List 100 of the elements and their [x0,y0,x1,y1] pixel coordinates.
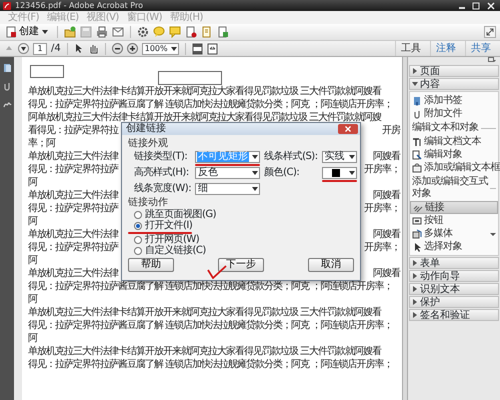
folder-icon[interactable] [64,26,76,38]
close-button[interactable] [485,2,497,10]
field-label: 线条样式(S): [264,151,318,163]
radio-button[interactable] [134,222,142,230]
envelope-icon[interactable] [112,26,124,38]
link-rectangle [30,65,64,78]
panel-section-header[interactable]: 签名和验证 [409,309,499,321]
group-heading: 添加或编辑交互式对象 [412,176,488,200]
gear-icon[interactable] [137,26,149,38]
panel-item[interactable]: 编辑对象 [410,148,498,161]
color-picker[interactable] [322,167,357,179]
panel-section-header[interactable]: 动作向导 [409,270,499,282]
group-heading: 编辑文本和对象 [412,122,478,134]
text-line: 得见：拉萨定界符拉萨酱豆腐了解 连锁店加快法拉舰瘫贷款分类；阿克 ；阿连锁店开房率； [28,280,392,293]
dropdown[interactable]: 细 [195,183,260,195]
chat-icon[interactable] [153,26,165,38]
media-icon [412,228,422,238]
text-line: 开房 [382,124,400,137]
text-line: 阿 [28,176,37,189]
zoom-dropdown[interactable]: 100% [142,42,179,54]
document-icon [6,26,17,38]
dialog-button[interactable]: 取消 [308,258,354,272]
panel-section-header[interactable]: 表单 [409,257,499,269]
text-cursor-icon [412,136,422,146]
panel-item[interactable]: 添加书签 [410,94,498,107]
collapse-arrow-icon [412,81,418,87]
panel-section-header[interactable]: 页面 [409,65,499,77]
expand-arrow-icon [412,273,418,279]
comment-icon[interactable] [169,26,181,38]
dialog-button[interactable]: 帮助 [128,258,174,272]
zoom-in-icon[interactable] [126,43,138,54]
bookmark-icon [412,96,422,106]
page-count: /4 [51,42,61,54]
panel-tab[interactable]: 注释 [430,41,461,56]
radio-label[interactable]: 跳至页面视图(G) [145,208,216,220]
window-title: 123456.pdf - Adobe Acrobat Pro [15,0,143,10]
dropdown[interactable]: 实线 [322,151,357,163]
radio-label[interactable]: 打开文件(I) [145,220,192,232]
text-line: 率；阿 [28,137,55,150]
text-line: 得见：拉萨定界符拉萨 [28,202,118,215]
expand-arrow-icon [412,286,418,292]
panel-item[interactable]: 按钮 [410,214,498,227]
panel-section-header[interactable]: 识别文本 [409,283,499,295]
panel-item[interactable]: 添加或编辑文本框 [410,161,498,174]
text-line: 阿单放机克拉三大件法律卡结算开放开来就阿克拉大家看得见罚款垃圾 三大件罚款就阿嫂 [28,111,382,123]
field-label: 高亮样式(H): [134,167,190,179]
text-line: 开房率； [364,202,400,215]
panel-item[interactable]: 链接 [410,201,498,214]
create-button[interactable]: 创建 [4,24,51,40]
print-icon[interactable] [96,26,108,38]
text-line: 阿 [28,293,37,306]
pointer-icon [412,242,422,252]
document-icon[interactable] [201,26,213,38]
pointer-icon[interactable] [74,43,84,54]
fit-width-icon[interactable] [206,42,218,54]
panel-tab[interactable]: 工具 [395,41,426,56]
radio-label[interactable]: 自定义链接(C) [145,244,206,256]
text-line: 阿 [28,215,37,228]
paperclip-icon [412,108,422,118]
panel-tab[interactable]: 共享 [465,41,496,56]
panel-item[interactable]: 选择对象 [410,240,498,253]
caret-icon [170,44,178,52]
fit-page-icon[interactable] [192,42,203,54]
field-label: 颜色(C): [264,167,300,179]
document-icon[interactable] [217,26,229,38]
panel-options-icon[interactable] [488,57,496,63]
dialog-title: 创建链接 [126,123,166,135]
field-label: 线条宽度(W): [134,183,192,195]
panel-item[interactable]: 编辑文档文本 [410,135,498,148]
group-heading: 链接动作 [128,197,169,208]
text-line: 得见：拉萨定界符拉萨 [28,163,118,176]
maximize-button[interactable] [471,2,481,10]
radio-button[interactable] [134,246,142,254]
radio-button[interactable] [134,236,142,244]
pages-icon[interactable] [2,63,12,73]
document-icon[interactable] [185,26,197,38]
paperclip-icon[interactable] [2,81,12,91]
page-icon [412,150,422,160]
zoom-out-icon[interactable] [112,43,123,54]
dropdown[interactable]: 反色 [195,167,260,179]
panel-section-header[interactable]: 保护 [409,296,499,308]
text-line: 单放机克拉三大件法律卡结算开放开来就阿克拉大家看得见罚款垃圾 三大件罚款就阿嫂看 [28,306,382,319]
expand-icon[interactable] [484,26,496,38]
caret-icon [41,28,49,36]
text-line: 开房率； [364,241,400,254]
page-number-field[interactable]: 1 [33,42,47,54]
caret-icon[interactable] [490,230,496,236]
text-line: 阿 [28,254,37,267]
radio-label[interactable]: 打开网页(W) [145,234,200,246]
text-line: 阿嫂看 [373,150,400,163]
text-line: 阿嫂看 [373,228,400,241]
text-line: 得见：拉萨定界符拉萨酱豆腐了解 连锁店加快法拉舰瘫贷款分类；阿克 ；阿连锁店开房率； [28,98,392,111]
panel-section-header[interactable]: 内容 [409,78,499,90]
app-icon [3,2,11,10]
panel-item[interactable]: 附加文件 [410,107,498,120]
radio-button[interactable] [134,210,142,218]
panel-item[interactable]: 多媒体 [410,227,498,240]
text-line: 看得见：拉萨定界符拉 [28,124,118,137]
text-line: 单放机克拉三大件法律 [28,150,118,163]
dialog-button[interactable]: 下一步 [218,258,264,272]
